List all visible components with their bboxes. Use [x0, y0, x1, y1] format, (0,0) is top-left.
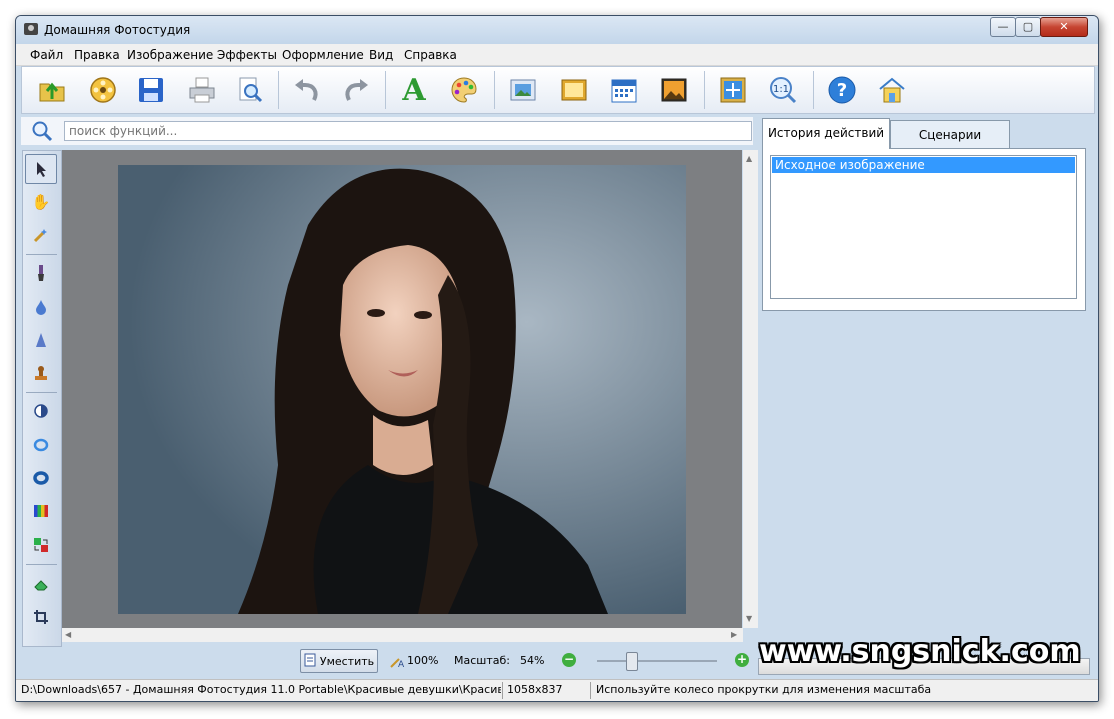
history-list: Исходное изображение [770, 155, 1077, 299]
status-hint: Используйте колесо прокрутки для изменен… [596, 683, 932, 696]
ring-bold-icon[interactable] [26, 464, 56, 492]
status-bar: D:\Downloads\657 - Домашняя Фотостудия 1… [16, 679, 1098, 701]
scale-value: 54% [520, 654, 545, 667]
history-item-original[interactable]: Исходное изображение [772, 157, 1075, 173]
close-button[interactable]: ✕ [1040, 17, 1088, 37]
crop-icon[interactable] [26, 603, 56, 631]
search-input[interactable] [64, 121, 752, 141]
menu-view[interactable]: Вид [369, 48, 393, 62]
search-bar [21, 117, 753, 145]
menu-effects[interactable]: Эффекты [217, 48, 277, 62]
scroll-down-icon[interactable]: ▼ [746, 614, 752, 623]
zoom-slider-thumb[interactable] [626, 652, 638, 671]
palette-icon[interactable] [447, 73, 481, 107]
zoom-slider-track[interactable] [597, 660, 717, 662]
home-icon[interactable] [875, 73, 909, 107]
scroll-left-icon[interactable]: ◀ [65, 630, 71, 639]
open-icon[interactable] [35, 73, 69, 107]
actual-size-small-icon[interactable]: A [389, 653, 405, 672]
menu-edit[interactable]: Правка [74, 48, 120, 62]
calendar-icon[interactable] [607, 73, 641, 107]
sharpen-icon[interactable] [26, 326, 56, 354]
minimize-button[interactable]: — [990, 17, 1016, 37]
contrast-icon[interactable] [26, 397, 56, 425]
tools-panel: ✋ [22, 150, 62, 647]
vertical-scrollbar[interactable]: ▲ ▼ [743, 150, 758, 628]
undo-icon[interactable] [290, 73, 324, 107]
image-canvas[interactable] [62, 150, 742, 628]
scroll-right-icon[interactable]: ▶ [731, 630, 737, 639]
menu-bar: Файл Правка Изображение Эффекты Оформлен… [16, 44, 1098, 66]
save-icon[interactable] [134, 73, 168, 107]
fit-window-icon[interactable] [716, 73, 750, 107]
menu-file[interactable]: Файл [30, 48, 63, 62]
scale-label: Масштаб: [454, 654, 510, 667]
menu-help[interactable]: Справка [404, 48, 457, 62]
text-icon[interactable]: A [397, 73, 431, 108]
title-bar: Домашняя Фотостудия — ▢ ✕ [16, 16, 1098, 44]
postcard-icon[interactable] [657, 73, 691, 107]
zoom-bar: Уместить A 100% Масштаб: 54% − + [62, 646, 754, 676]
film-reel-icon[interactable] [86, 73, 120, 107]
mask-icon[interactable] [557, 73, 591, 107]
hand-icon[interactable]: ✋ [26, 188, 56, 216]
svg-text:?: ? [837, 80, 847, 101]
watermark-text: www.sngsnick.com [759, 634, 1081, 669]
replace-color-icon[interactable] [26, 531, 56, 559]
status-path: D:\Downloads\657 - Домашняя Фотостудия 1… [21, 683, 501, 696]
actual-size-icon[interactable]: 1:1 [766, 73, 800, 107]
camera-app-icon [24, 23, 38, 35]
frame-icon[interactable] [506, 73, 540, 107]
zoom-out-icon[interactable]: − [562, 653, 576, 667]
redo-icon[interactable] [339, 73, 373, 107]
stamp-icon[interactable] [26, 359, 56, 387]
zoom-in-icon[interactable]: + [735, 653, 749, 667]
pointer-icon[interactable] [25, 154, 57, 184]
scroll-up-icon[interactable]: ▲ [746, 154, 752, 163]
drop-icon[interactable] [26, 293, 56, 321]
svg-text:1:1: 1:1 [773, 84, 789, 95]
print-preview-icon[interactable] [233, 73, 267, 107]
tab-scenarios[interactable]: Сценарии [890, 120, 1010, 149]
svg-text:A: A [398, 660, 405, 669]
magic-wand-icon[interactable] [26, 221, 56, 249]
tab-history[interactable]: История действий [762, 118, 890, 149]
horizontal-scrollbar[interactable]: ◀ ▶ [62, 628, 743, 642]
portrait-photo [118, 165, 686, 614]
eraser-icon[interactable] [26, 570, 56, 598]
side-panel: История действий Сценарии Исходное изобр… [760, 117, 1086, 317]
fit-icon [304, 653, 316, 670]
search-icon[interactable] [31, 120, 53, 145]
help-icon[interactable]: ? [825, 73, 859, 107]
fit-label: Уместить [319, 654, 375, 668]
actual-size-label[interactable]: 100% [407, 654, 438, 667]
menu-image[interactable]: Изображение [127, 48, 213, 62]
app-window: Домашняя Фотостудия — ▢ ✕ Файл Правка Из… [15, 15, 1099, 702]
window-title: Домашняя Фотостудия [44, 23, 191, 37]
main-toolbar: A 1:1 ? [21, 66, 1095, 114]
color-bars-icon[interactable] [26, 497, 56, 525]
brush-icon[interactable] [26, 259, 56, 287]
ring-icon[interactable] [26, 431, 56, 459]
print-icon[interactable] [185, 73, 219, 107]
fit-button[interactable]: Уместить [300, 649, 378, 673]
status-dimensions: 1058x837 [507, 683, 563, 696]
maximize-button[interactable]: ▢ [1015, 17, 1041, 37]
menu-design[interactable]: Оформление [282, 48, 364, 62]
history-tab-body: Исходное изображение [762, 148, 1086, 311]
